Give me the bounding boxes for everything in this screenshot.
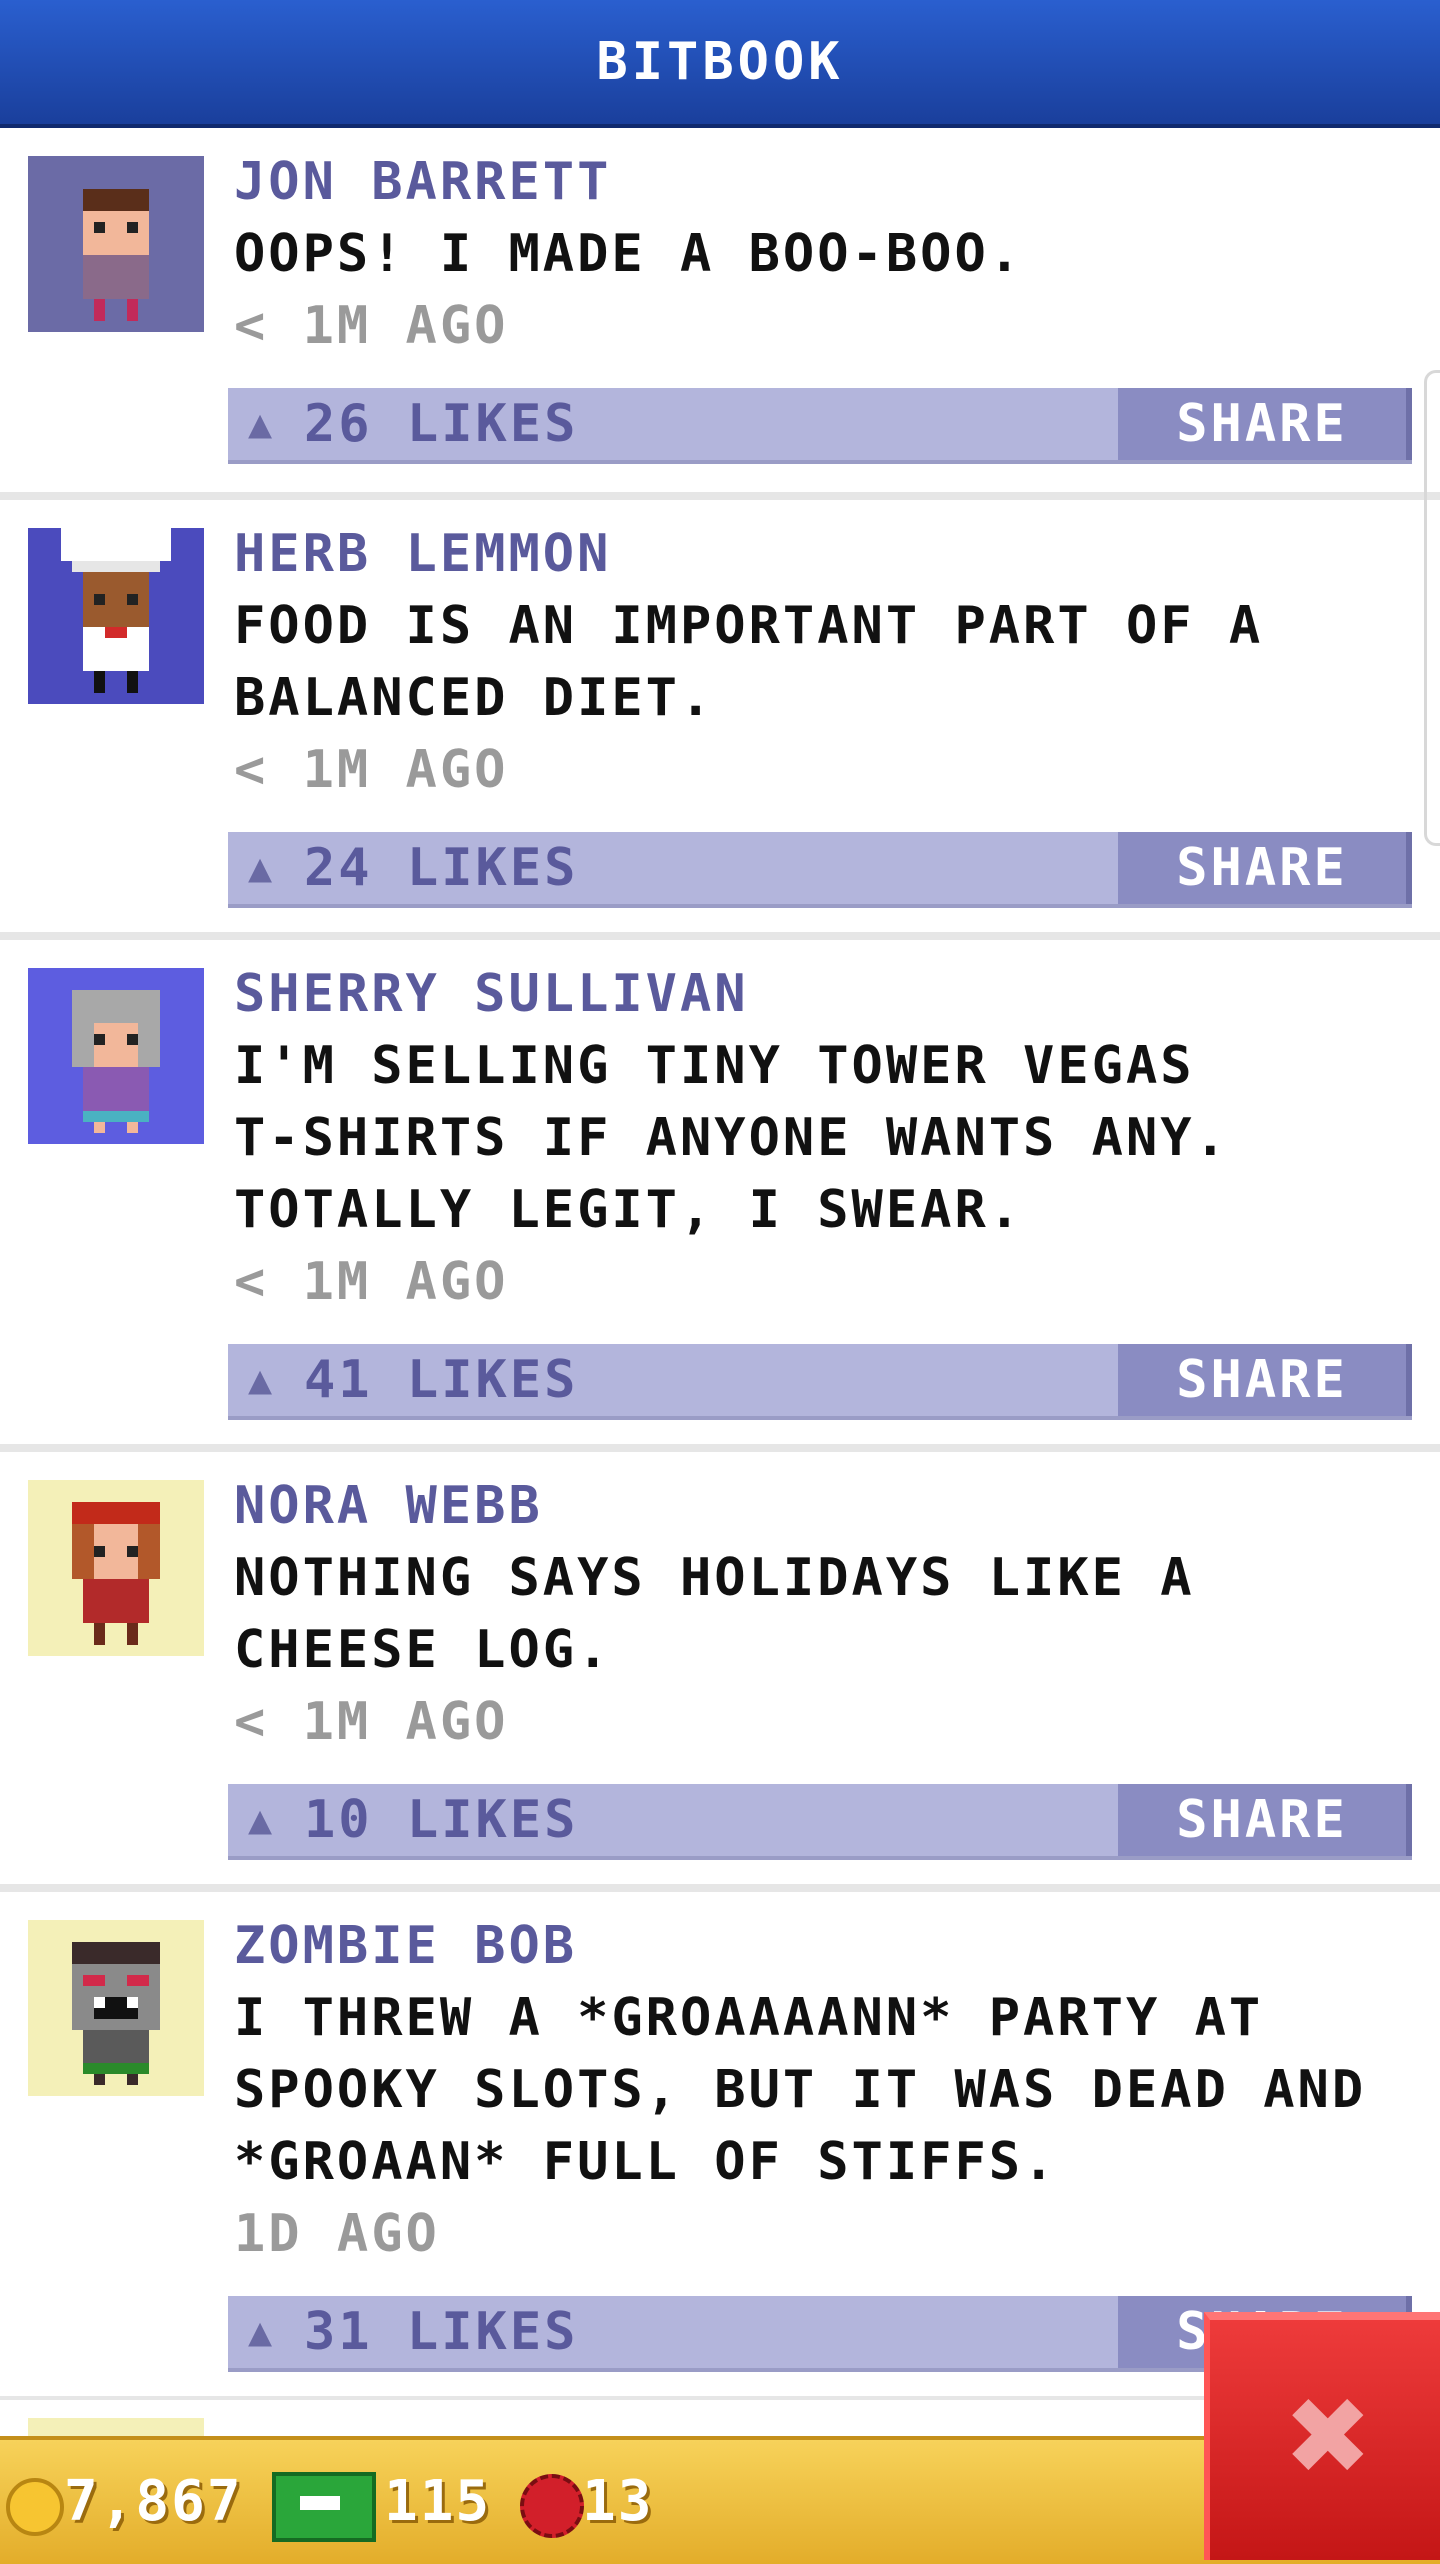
likes-bar: ▲ 10 LIKES SHARE <box>228 1784 1412 1860</box>
post-card: NORA WEBB NOTHING SAYS HOLIDAYS LIKE A C… <box>0 1452 1440 1892</box>
likes-bar: ▲ 26 LIKES SHARE <box>228 388 1412 464</box>
post-content: ZOMBIE BOB I THREW A *GROAAAANN* PARTY A… <box>234 1910 1408 2270</box>
author-name[interactable]: SHERRY SULLIVAN <box>234 958 1408 1030</box>
post-content: JON BARRETT OOPS! I MADE A BOO-BOO. < 1M… <box>234 146 1408 362</box>
post-message: FOOD IS AN IMPORTANT PART OF A BALANCED … <box>234 596 1264 728</box>
post-content: SHERRY SULLIVAN I'M SELLING TINY TOWER V… <box>234 958 1408 1318</box>
post-message: I THREW A *GROAAAANN* PARTY AT SPOOKY SL… <box>234 1988 1367 2192</box>
post-card: JON BARRETT OOPS! I MADE A BOO-BOO. < 1M… <box>0 128 1440 500</box>
coins-value: 7,867 <box>64 2469 243 2534</box>
author-name[interactable]: JON BARRETT <box>234 146 1408 218</box>
zombie-avatar-icon[interactable] <box>28 1920 204 2096</box>
chef-avatar-icon[interactable] <box>28 528 204 704</box>
post-time: < 1M AGO <box>234 1692 509 1752</box>
grandma-avatar-icon[interactable] <box>28 968 204 1144</box>
like-icon[interactable]: ▲ <box>240 1360 280 1400</box>
scrollbar[interactable] <box>1424 370 1440 846</box>
person-avatar-icon[interactable] <box>28 156 204 332</box>
likes-bar: ▲ 24 LIKES SHARE <box>228 832 1412 908</box>
close-button[interactable]: ✖ <box>1204 2312 1440 2560</box>
post-time: < 1M AGO <box>234 1252 509 1312</box>
likes-count: 31 LIKES <box>304 2302 579 2362</box>
post-message: I'M SELLING TINY TOWER VEGAS T-SHIRTS IF… <box>234 1036 1229 1240</box>
likes-bar: ▲ 41 LIKES SHARE <box>228 1344 1412 1420</box>
post-card: SHERRY SULLIVAN I'M SELLING TINY TOWER V… <box>0 940 1440 1452</box>
app-header: BITBOOK <box>0 0 1440 128</box>
bux-icon <box>272 2472 376 2542</box>
post-time: < 1M AGO <box>234 296 509 356</box>
post-content: HERB LEMMON FOOD IS AN IMPORTANT PART OF… <box>234 518 1408 806</box>
share-button[interactable]: SHARE <box>1118 1784 1412 1856</box>
coin-icon <box>6 2478 64 2536</box>
post-feed[interactable]: JON BARRETT OOPS! I MADE A BOO-BOO. < 1M… <box>0 128 1440 2404</box>
tokens-value: 13 <box>582 2469 654 2534</box>
post-card: HERB LEMMON FOOD IS AN IMPORTANT PART OF… <box>0 500 1440 940</box>
share-button[interactable]: SHARE <box>1118 1344 1412 1416</box>
post-time: 1D AGO <box>234 2204 440 2264</box>
post-message: OOPS! I MADE A BOO-BOO. <box>234 224 1024 284</box>
post-content: NORA WEBB NOTHING SAYS HOLIDAYS LIKE A C… <box>234 1470 1408 1758</box>
like-icon[interactable]: ▲ <box>240 848 280 888</box>
likes-count: 24 LIKES <box>304 838 579 898</box>
author-name[interactable]: NORA WEBB <box>234 1470 1408 1542</box>
bux-value: 115 <box>384 2469 492 2534</box>
likes-count: 10 LIKES <box>304 1790 579 1850</box>
author-name[interactable]: HERB LEMMON <box>234 518 1408 590</box>
likes-count: 41 LIKES <box>304 1350 579 1410</box>
close-icon[interactable]: ✖ <box>1270 2366 1390 2506</box>
like-icon[interactable]: ▲ <box>240 404 280 444</box>
redhead-avatar-icon[interactable] <box>28 1480 204 1656</box>
share-button[interactable]: SHARE <box>1118 832 1412 904</box>
like-icon[interactable]: ▲ <box>240 2312 280 2352</box>
share-button[interactable]: SHARE <box>1118 388 1412 460</box>
author-name[interactable]: ZOMBIE BOB <box>234 1910 1408 1982</box>
likes-count: 26 LIKES <box>304 394 579 454</box>
post-message: NOTHING SAYS HOLIDAYS LIKE A CHEESE LOG. <box>234 1548 1195 1680</box>
like-icon[interactable]: ▲ <box>240 1800 280 1840</box>
token-icon <box>520 2474 584 2538</box>
page-title: BITBOOK <box>596 32 844 92</box>
post-time: < 1M AGO <box>234 740 509 800</box>
